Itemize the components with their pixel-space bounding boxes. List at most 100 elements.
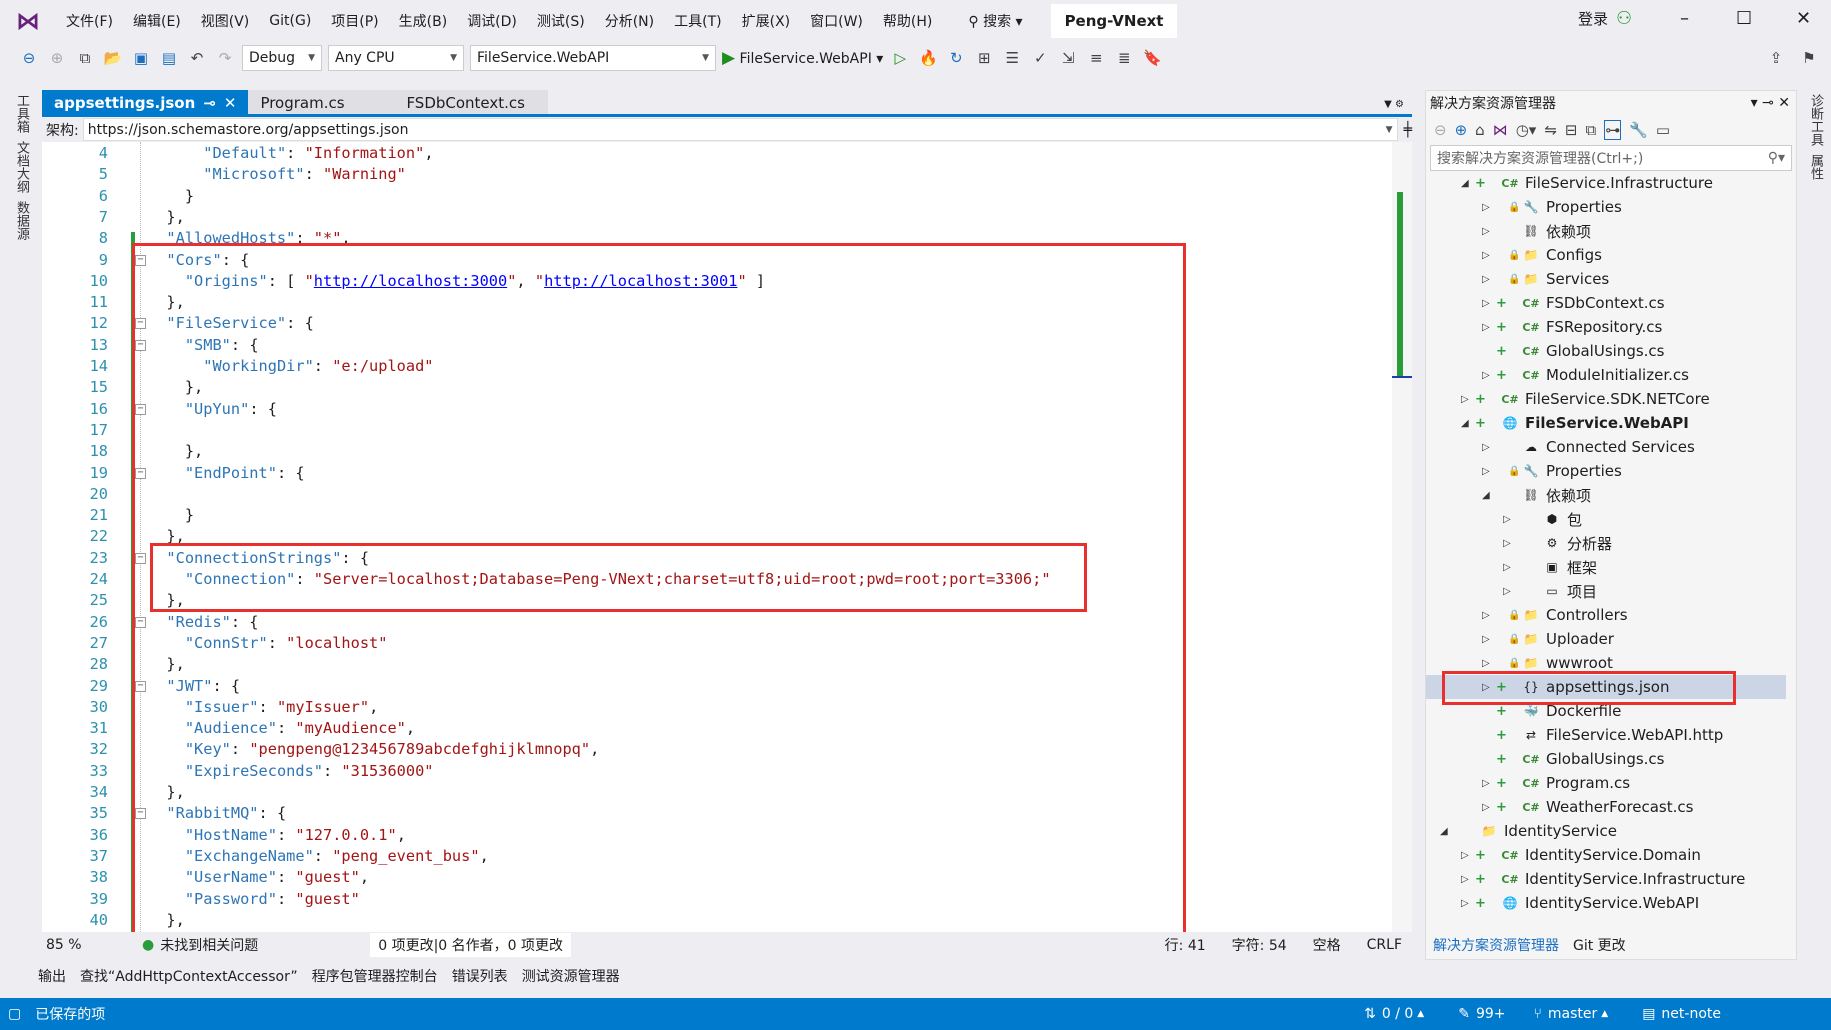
package-manager-console-tab[interactable]: 程序包管理器控制台 [312, 966, 438, 990]
data-sources-tab[interactable]: 数据源 [12, 201, 31, 240]
back-icon[interactable]: ⊖ [18, 47, 40, 69]
edits-count[interactable]: 99+ [1476, 1006, 1506, 1022]
expand-arrow-icon[interactable]: ▷ [1482, 250, 1496, 261]
switch-views-icon[interactable]: ⋈ [1493, 121, 1508, 139]
show-all-files-icon[interactable]: ⧉ [1585, 121, 1596, 139]
pin-icon[interactable]: ⊸ [203, 94, 216, 112]
tree-item[interactable]: ▷ + C# WeatherForecast.cs [1426, 795, 1786, 819]
test-explorer-tab[interactable]: 测试资源管理器 [522, 966, 620, 990]
tree-item[interactable]: ▷ + C# IdentityService.Infrastructure [1426, 867, 1786, 891]
vertical-scrollbar[interactable] [1392, 142, 1412, 932]
redo-icon[interactable]: ↷ [214, 47, 236, 69]
tree-item[interactable]: ▷ ▭ 项目 [1426, 579, 1786, 603]
expand-arrow-icon[interactable]: ▷ [1482, 226, 1496, 237]
diagnostic-tools-tab[interactable]: 诊断工具 [1806, 94, 1825, 146]
expand-arrow-icon[interactable]: ▷ [1482, 634, 1496, 645]
tree-item[interactable]: ▷ 🔒 📁 Uploader [1426, 627, 1786, 651]
back-icon[interactable]: ⊖ [1434, 121, 1447, 139]
repo-name[interactable]: net-note [1661, 1006, 1721, 1022]
uncomment-icon[interactable]: ≣ [1113, 47, 1135, 69]
schema-select[interactable]: https://json.schemastore.org/appsettings… [82, 118, 1398, 141]
find-results-tab[interactable]: 查找“AddHttpContextAccessor” [80, 966, 298, 990]
collapse-all-icon[interactable]: ⊟ [1565, 121, 1578, 139]
menu-edit[interactable]: 编辑(E) [123, 11, 191, 31]
code-line[interactable]: 5 "Microsoft": "Warning" [42, 164, 1392, 185]
issues-status[interactable]: 未找到相关问题 [160, 935, 370, 955]
expand-arrow-icon[interactable]: ▷ [1482, 466, 1496, 477]
collapse-arrow-icon[interactable]: ◢ [1461, 178, 1475, 189]
menu-debug[interactable]: 调试(D) [457, 11, 527, 31]
undo-icon[interactable]: ↶ [186, 47, 208, 69]
tree-item[interactable]: ▷ 🔒 🔧 Properties [1426, 195, 1786, 219]
refresh-icon[interactable]: ↻ [945, 47, 967, 69]
expand-arrow-icon[interactable]: ▷ [1503, 538, 1517, 549]
pending-changes-icon[interactable]: ◷▾ [1516, 121, 1537, 139]
bookmark-icon[interactable]: 🔖 [1141, 47, 1163, 69]
start-without-debug-icon[interactable]: ▷ [889, 47, 911, 69]
save-icon[interactable]: ▣ [130, 47, 152, 69]
preview-icon[interactable]: ⊶ [1604, 120, 1622, 140]
spellcheck-icon[interactable]: ✓ [1029, 47, 1051, 69]
layout-icon[interactable]: ☰ [1001, 47, 1023, 69]
tree-item[interactable]: ▷ 🔒 🔧 Properties [1426, 459, 1786, 483]
menu-analyze[interactable]: 分析(N) [595, 11, 664, 31]
expand-arrow-icon[interactable]: ▷ [1482, 298, 1496, 309]
expand-arrow-icon[interactable]: ▷ [1503, 562, 1517, 573]
tree-item[interactable]: ▷ ⚙ 分析器 [1426, 531, 1786, 555]
open-file-icon[interactable]: 📂 [102, 47, 124, 69]
collapse-arrow-icon[interactable]: ◢ [1461, 418, 1475, 429]
expand-arrow-icon[interactable]: ▷ [1482, 202, 1496, 213]
tree-item[interactable]: ▷ ⬢ 包 [1426, 507, 1786, 531]
tree-item[interactable]: ▷ + C# ModuleInitializer.cs [1426, 363, 1786, 387]
tree-item[interactable]: + ⇄ FileService.WebAPI.http [1426, 723, 1786, 747]
menu-build[interactable]: 生成(B) [389, 11, 458, 31]
sync-status[interactable]: 0 / 0 [1382, 1006, 1413, 1022]
login-button[interactable]: 登录 [1578, 8, 1608, 29]
comment-icon[interactable]: ≡ [1085, 47, 1107, 69]
solution-search-input[interactable]: 搜索解决方案资源管理器(Ctrl+;) ⚲▾ [1430, 145, 1792, 171]
sync-icon[interactable]: ⇋ [1544, 121, 1557, 139]
expand-arrow-icon[interactable]: ▷ [1461, 898, 1475, 909]
expand-arrow-icon[interactable]: ▷ [1503, 514, 1517, 525]
startup-project-select[interactable]: FileService.WebAPI ▼ [470, 45, 716, 71]
menu-file[interactable]: 文件(F) [56, 11, 123, 31]
pane-controls[interactable]: ▾ ⊸ ✕ [1751, 95, 1796, 111]
expand-arrow-icon[interactable]: ▷ [1503, 586, 1517, 597]
expand-arrow-icon[interactable]: ▷ [1482, 778, 1496, 789]
tree-item[interactable]: ▷ + C# IdentityService.Domain [1426, 843, 1786, 867]
collapse-arrow-icon[interactable]: ◢ [1482, 490, 1496, 501]
tree-item[interactable]: ▷ 🔒 📁 Controllers [1426, 603, 1786, 627]
forward-icon[interactable]: ⊕ [46, 47, 68, 69]
menu-help[interactable]: 帮助(H) [873, 11, 942, 31]
close-window-button[interactable]: ✕ [1796, 8, 1811, 29]
error-list-tab[interactable]: 错误列表 [452, 966, 508, 990]
expand-arrow-icon[interactable]: ▷ [1482, 802, 1496, 813]
minimize-button[interactable]: – [1680, 8, 1689, 29]
tree-item[interactable]: ▷ 🔒 📁 Configs [1426, 243, 1786, 267]
tree-item[interactable]: ◢ 📁 IdentityService [1426, 819, 1786, 843]
tree-item[interactable]: ◢ + C# FileService.Infrastructure [1426, 171, 1786, 195]
new-project-icon[interactable]: ⧉ [74, 47, 96, 69]
tab-program-cs[interactable]: Program.cs [248, 90, 379, 116]
close-tab-icon[interactable]: ✕ [224, 94, 237, 112]
expand-arrow-icon[interactable]: ▷ [1461, 874, 1475, 885]
platform-select[interactable]: Any CPU ▼ [328, 45, 464, 71]
tab-fsdbcontext-cs[interactable]: FSDbContext.cs [378, 90, 549, 116]
menu-view[interactable]: 视图(V) [191, 11, 260, 31]
feedback-icon[interactable]: ⚑ [1798, 47, 1820, 69]
expand-arrow-icon[interactable]: ▷ [1461, 394, 1475, 405]
tree-item[interactable]: ▷ + C# Program.cs [1426, 771, 1786, 795]
tree-item[interactable]: ◢ + 🌐 FileService.WebAPI [1426, 411, 1786, 435]
zoom-select[interactable]: 85 % [42, 937, 118, 953]
tree-item[interactable]: + C# GlobalUsings.cs [1426, 339, 1786, 363]
menu-tools[interactable]: 工具(T) [664, 11, 731, 31]
notification-icon[interactable]: ▢ [0, 1006, 21, 1022]
tree-item[interactable]: ▷ 🔒 📁 Services [1426, 267, 1786, 291]
tab-solution-explorer[interactable]: 解决方案资源管理器 [1425, 935, 1559, 955]
browse-icon[interactable]: ⊞ [973, 47, 995, 69]
tree-item[interactable]: ▷ ▣ 框架 [1426, 555, 1786, 579]
tree-item[interactable]: ▷ + 🌐 IdentityService.WebAPI [1426, 891, 1786, 915]
step-icon[interactable]: ⇲ [1057, 47, 1079, 69]
tree-item[interactable]: ◢ ⛓ 依赖项 [1426, 483, 1786, 507]
line-ending-indicator[interactable]: CRLF [1367, 937, 1402, 953]
